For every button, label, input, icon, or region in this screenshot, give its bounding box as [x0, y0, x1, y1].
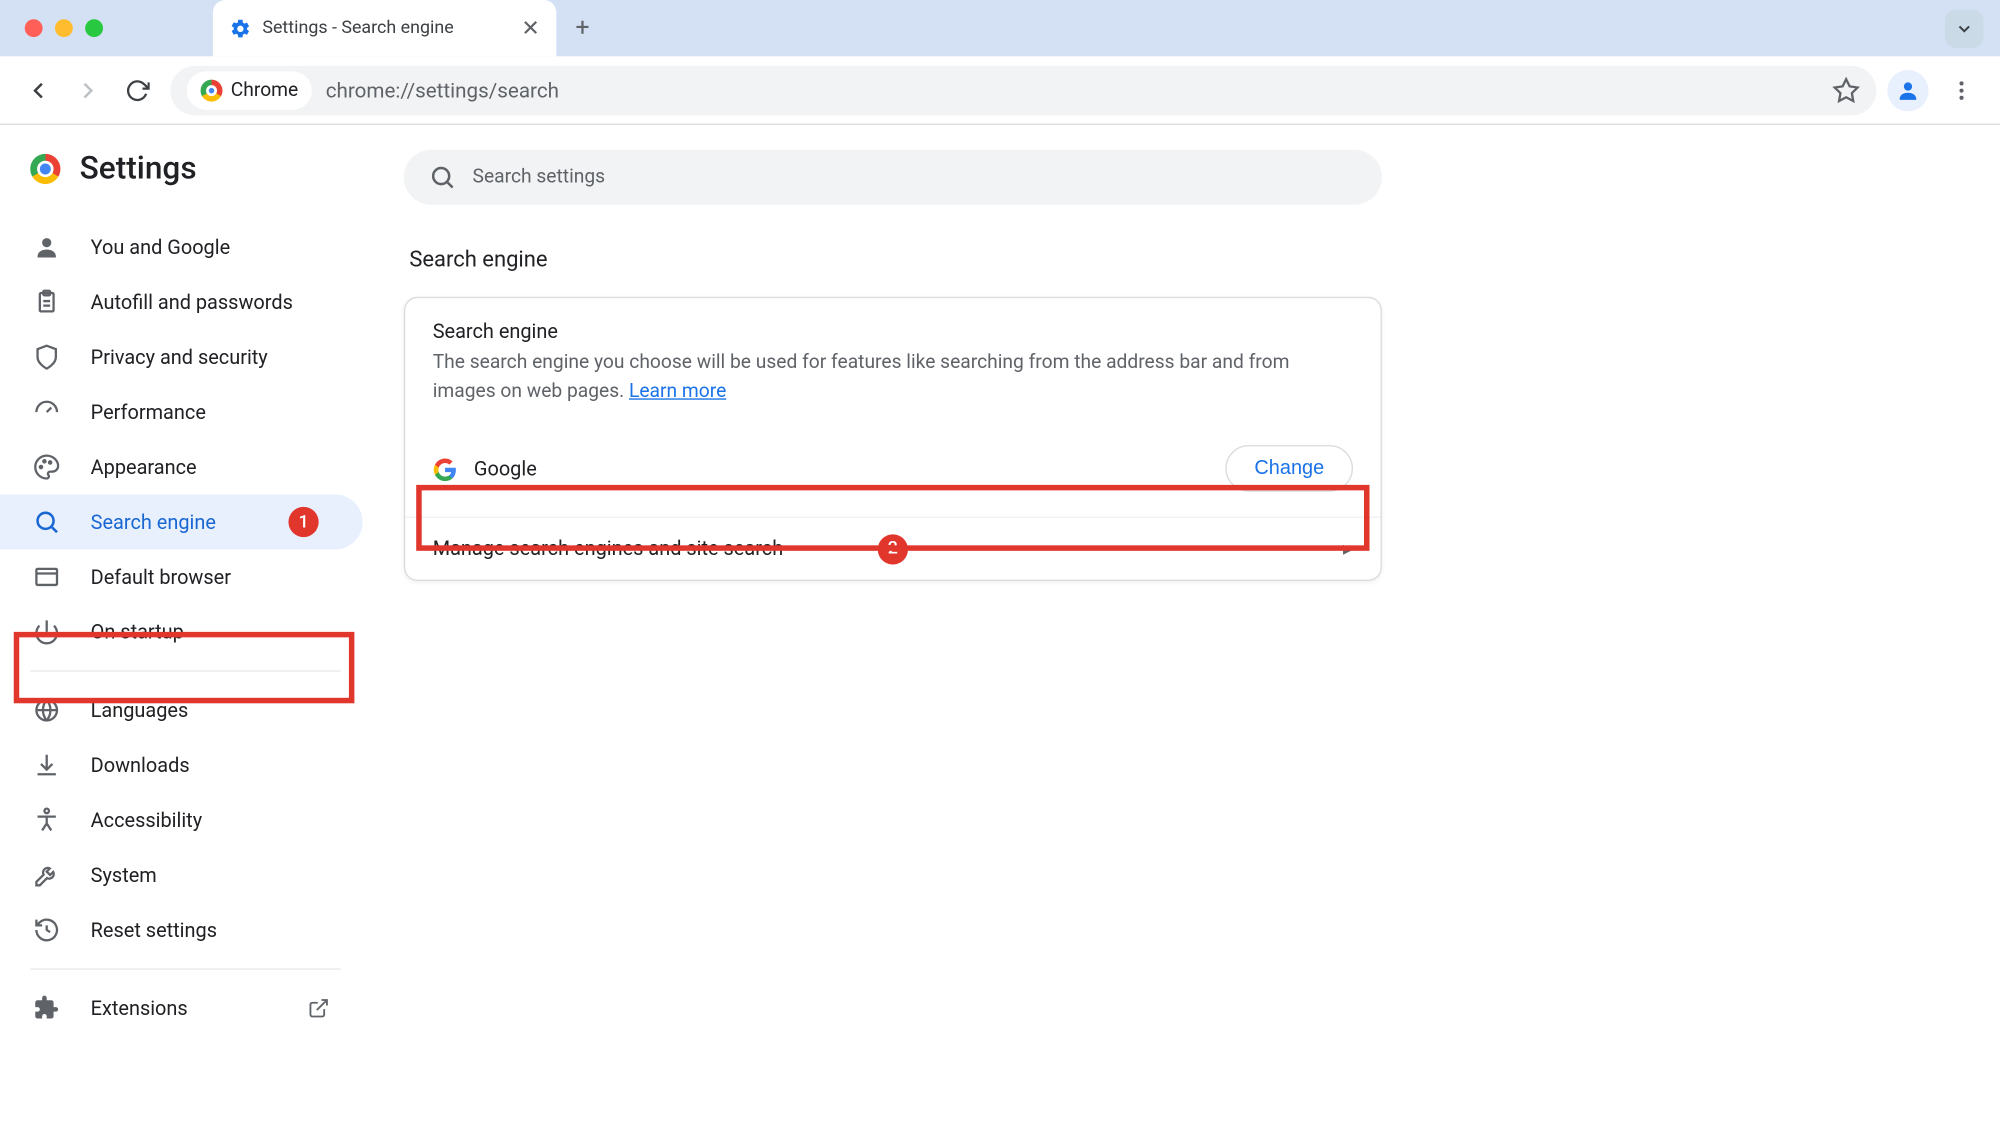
url-text: chrome://settings/search [326, 78, 559, 103]
tabs-dropdown-button[interactable] [1945, 9, 1983, 47]
sidebar-item-reset[interactable]: Reset settings [0, 902, 363, 957]
sidebar-item-label: Appearance [91, 455, 197, 478]
sidebar-item-label: Accessibility [91, 808, 202, 831]
main-content: Search settings Search engine Search eng… [371, 125, 1415, 1121]
sidebar-title: Settings [80, 150, 197, 187]
sidebar-item-appearance[interactable]: Appearance [0, 440, 363, 495]
sidebar-item-search-engine[interactable]: Search engine 1 [0, 495, 363, 550]
accessibility-icon [33, 806, 60, 833]
sidebar-item-extensions[interactable]: Extensions [0, 981, 363, 1036]
search-placeholder: Search settings [473, 166, 606, 188]
window-icon [33, 563, 60, 590]
gear-icon [229, 17, 251, 39]
sidebar: Settings You and Google Autofill and pas… [0, 125, 371, 1121]
forward-button[interactable] [66, 68, 110, 112]
menu-button[interactable] [1940, 68, 1984, 112]
active-tab[interactable]: Settings - Search engine ✕ [213, 0, 556, 56]
sidebar-item-label: Extensions [91, 997, 188, 1020]
sidebar-item-you-and-google[interactable]: You and Google [0, 220, 363, 275]
learn-more-link[interactable]: Learn more [629, 380, 726, 402]
close-window-button[interactable] [25, 19, 43, 37]
card-heading: Search engine [433, 320, 1353, 343]
clipboard-icon [33, 288, 60, 315]
site-chip[interactable]: Chrome [187, 71, 312, 109]
new-tab-button[interactable]: + [576, 14, 590, 43]
sidebar-item-label: Privacy and security [91, 345, 268, 368]
reload-button[interactable] [115, 68, 159, 112]
profile-button[interactable] [1887, 69, 1928, 110]
chip-label: Chrome [231, 79, 298, 101]
sidebar-item-label: Performance [91, 400, 206, 423]
address-bar[interactable]: Chrome chrome://settings/search [170, 65, 1876, 114]
sidebar-item-label: Autofill and passwords [91, 291, 293, 314]
chrome-icon [201, 79, 223, 101]
shield-icon [33, 343, 60, 370]
change-button[interactable]: Change [1226, 445, 1353, 492]
sidebar-item-downloads[interactable]: Downloads [0, 738, 363, 793]
extension-icon [33, 995, 60, 1022]
window-controls [25, 19, 103, 37]
toolbar-right [1887, 68, 1983, 112]
download-icon [33, 751, 60, 778]
speedometer-icon [33, 398, 60, 425]
bookmark-star-icon[interactable] [1832, 76, 1859, 103]
section-title: Search engine [409, 246, 1376, 272]
chrome-logo-icon [30, 153, 60, 183]
search-icon [33, 508, 60, 535]
sidebar-item-on-startup[interactable]: On startup [0, 604, 363, 659]
selected-engine-row: Google Change [405, 429, 1380, 517]
sidebar-separator [30, 670, 340, 671]
search-icon [429, 163, 456, 190]
sidebar-item-label: System [91, 863, 157, 886]
sidebar-item-label: On startup [91, 620, 184, 643]
search-engine-card: Search engine The search engine you choo… [404, 297, 1382, 581]
sidebar-item-default-browser[interactable]: Default browser [0, 549, 363, 604]
manage-search-engines-row[interactable]: Manage search engines and site search ▸ … [405, 516, 1380, 579]
sidebar-separator [30, 968, 340, 969]
palette-icon [33, 453, 60, 480]
close-tab-icon[interactable]: ✕ [521, 15, 539, 41]
sidebar-item-label: Default browser [91, 565, 231, 588]
manage-label: Manage search engines and site search [433, 537, 783, 560]
power-icon [33, 618, 60, 645]
globe-icon [33, 696, 60, 723]
sidebar-item-languages[interactable]: Languages [0, 683, 363, 738]
chevron-right-icon: ▸ [1343, 537, 1353, 560]
google-logo-icon [433, 457, 455, 479]
back-button[interactable] [16, 68, 60, 112]
sidebar-header: Settings [0, 150, 371, 220]
external-link-icon [308, 997, 330, 1019]
sidebar-item-label: Downloads [91, 753, 190, 776]
browser-tab-strip: Settings - Search engine ✕ + [0, 0, 2000, 56]
sidebar-item-performance[interactable]: Performance [0, 385, 363, 440]
person-icon [33, 234, 60, 261]
selected-engine-name: Google [474, 457, 537, 480]
tab-title: Settings - Search engine [262, 18, 453, 39]
content: Settings You and Google Autofill and pas… [0, 125, 2000, 1121]
restore-icon [33, 916, 60, 943]
sidebar-item-label: Reset settings [91, 918, 217, 941]
sidebar-item-system[interactable]: System [0, 848, 363, 903]
sidebar-item-label: You and Google [91, 236, 231, 259]
card-description: The search engine you choose will be use… [433, 349, 1353, 407]
annotation-badge-2: 2 [878, 534, 908, 564]
wrench-icon [33, 861, 60, 888]
sidebar-item-autofill[interactable]: Autofill and passwords [0, 275, 363, 330]
annotation-badge-1: 1 [288, 507, 318, 537]
search-settings-input[interactable]: Search settings [404, 150, 1382, 205]
browser-toolbar: Chrome chrome://settings/search [0, 56, 2000, 125]
nav-buttons [16, 68, 159, 112]
sidebar-item-label: Languages [91, 698, 189, 721]
sidebar-item-label: Search engine [91, 510, 216, 533]
minimize-window-button[interactable] [55, 19, 73, 37]
sidebar-item-privacy[interactable]: Privacy and security [0, 330, 363, 385]
sidebar-item-accessibility[interactable]: Accessibility [0, 793, 363, 848]
maximize-window-button[interactable] [85, 19, 103, 37]
